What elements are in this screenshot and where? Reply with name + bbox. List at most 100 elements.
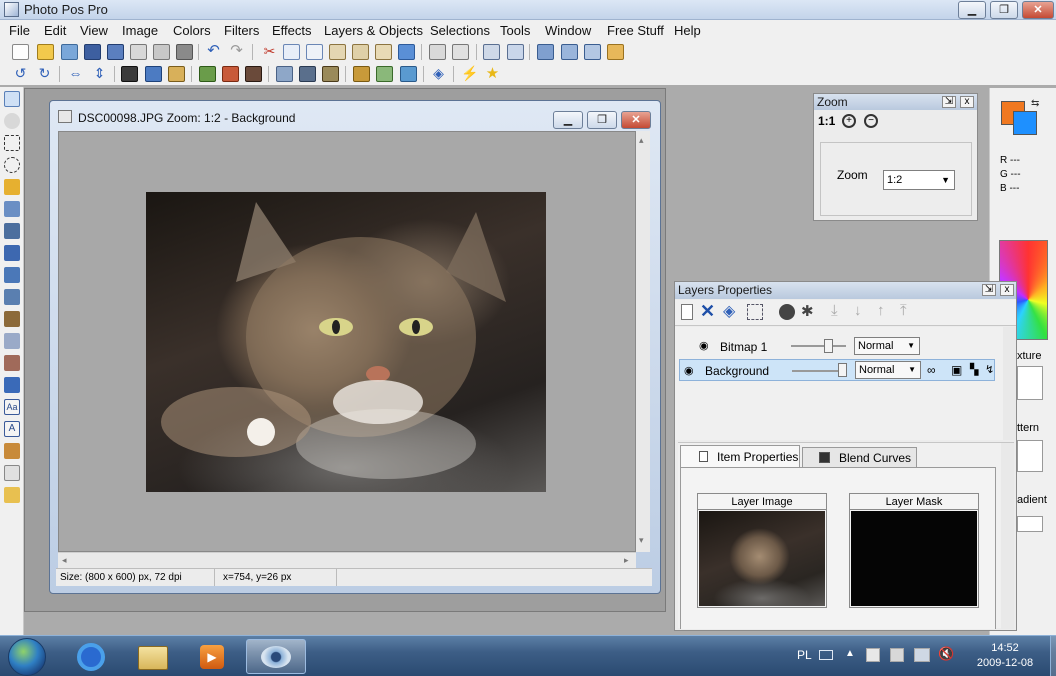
- rotate-right-icon[interactable]: ↻: [36, 66, 53, 82]
- effects-brush-icon[interactable]: [4, 487, 20, 503]
- layer-row-background[interactable]: ◉ Background Normal ▼ ∞ ▣ ▚ ↯: [679, 359, 995, 381]
- show-hidden-icons-icon[interactable]: ▲: [845, 648, 855, 659]
- paste-object-icon[interactable]: [398, 44, 415, 60]
- save-all-icon[interactable]: [107, 44, 124, 60]
- doc-close-button[interactable]: ✕: [621, 111, 651, 129]
- menu-image[interactable]: Image: [122, 23, 158, 38]
- tab-blend-curves[interactable]: Blend Curves: [802, 447, 917, 467]
- zoom-in-icon[interactable]: +: [842, 114, 856, 128]
- scroll-down-icon[interactable]: ▾: [639, 535, 644, 546]
- horizontal-scrollbar[interactable]: ◂ ▸: [58, 552, 636, 568]
- star-icon[interactable]: ★: [484, 66, 501, 82]
- window-icon[interactable]: [561, 44, 578, 60]
- doc-minimize-button[interactable]: ▁: [553, 111, 583, 129]
- minimize-button[interactable]: ▁: [958, 1, 986, 19]
- stamp-icon[interactable]: [4, 311, 20, 327]
- layer-selection-icon[interactable]: [747, 304, 763, 320]
- glasses-icon[interactable]: ∞: [927, 363, 936, 377]
- zoom-dropdown[interactable]: 1:2 ▼: [883, 170, 955, 190]
- layers-pin-icon[interactable]: ⇲: [982, 284, 996, 296]
- magic-wand-icon[interactable]: [4, 179, 20, 195]
- paste-icon[interactable]: [329, 44, 346, 60]
- volume-muted-icon[interactable]: 🔇: [938, 646, 954, 662]
- pattern-swatch[interactable]: [1017, 440, 1043, 472]
- resize-icon[interactable]: [121, 66, 138, 82]
- move-layer-up-icon[interactable]: ↑: [877, 302, 885, 319]
- menu-filters[interactable]: Filters: [224, 23, 259, 38]
- media-player-icon[interactable]: ▶: [184, 639, 240, 674]
- clock[interactable]: 14:52 2009-12-08: [960, 641, 1050, 671]
- start-button[interactable]: [8, 638, 46, 676]
- action-center-icon[interactable]: [866, 648, 880, 662]
- move-layer-bottom-icon[interactable]: ⤓: [831, 302, 838, 319]
- menu-edit[interactable]: Edit: [44, 23, 66, 38]
- background-color-swatch[interactable]: [1013, 111, 1037, 135]
- crop-icon[interactable]: [168, 66, 185, 82]
- flip-horizontal-icon[interactable]: ⇔: [67, 66, 84, 82]
- copy-merged-icon[interactable]: [306, 44, 323, 60]
- menu-free-stuff[interactable]: Free Stuff: [607, 23, 664, 38]
- lock-icon[interactable]: ▣: [951, 363, 962, 377]
- smudge-icon[interactable]: [4, 355, 20, 371]
- rect-select-icon[interactable]: [4, 135, 20, 151]
- device-icon[interactable]: [890, 648, 904, 662]
- delete-layer-icon[interactable]: ✕: [700, 301, 715, 322]
- pencil-icon[interactable]: [4, 223, 20, 239]
- move-tool-icon[interactable]: [4, 91, 20, 107]
- network-icon[interactable]: [914, 648, 930, 662]
- airbrush-icon[interactable]: [4, 267, 20, 283]
- layer-link-icon[interactable]: ↯: [985, 363, 994, 376]
- opacity-slider[interactable]: [791, 345, 846, 347]
- undo-icon[interactable]: ↶: [205, 43, 222, 60]
- blend-mode-dropdown[interactable]: Normal ▼: [855, 361, 921, 379]
- frame-icon[interactable]: [353, 66, 370, 82]
- menu-colors[interactable]: Colors: [173, 23, 211, 38]
- eye-icon[interactable]: ◉: [699, 339, 709, 352]
- rotate-left-icon[interactable]: ↺: [12, 66, 29, 82]
- zoom-close-icon[interactable]: x: [960, 96, 974, 108]
- maximize-button[interactable]: ❐: [990, 1, 1018, 19]
- eyedropper-icon[interactable]: [4, 443, 20, 459]
- blur-icon[interactable]: [4, 333, 20, 349]
- crop-tool-icon[interactable]: [4, 201, 20, 217]
- internet-explorer-icon[interactable]: [64, 639, 120, 674]
- scroll-up-icon[interactable]: ▴: [639, 135, 644, 146]
- scan-icon[interactable]: [176, 44, 193, 60]
- save-icon[interactable]: [84, 44, 101, 60]
- language-indicator[interactable]: PL: [797, 648, 812, 662]
- menu-window[interactable]: Window: [545, 23, 591, 38]
- histogram-icon[interactable]: [322, 66, 339, 82]
- grid-icon[interactable]: [537, 44, 554, 60]
- zoom-out-icon[interactable]: −: [864, 114, 878, 128]
- blend-mode-dropdown[interactable]: Normal ▼: [854, 337, 920, 355]
- paste-layer-icon[interactable]: [375, 44, 392, 60]
- menu-help[interactable]: Help: [674, 23, 701, 38]
- lasso-select-icon[interactable]: [4, 157, 20, 173]
- lightning-icon[interactable]: ⚡: [461, 66, 478, 82]
- shape-tool-icon[interactable]: A: [4, 421, 20, 437]
- keyboard-icon[interactable]: [819, 650, 833, 660]
- cascade-icon[interactable]: [584, 44, 601, 60]
- browse-icon[interactable]: [61, 44, 78, 60]
- doc-maximize-button[interactable]: ❐: [587, 111, 617, 129]
- picture-icon[interactable]: [400, 66, 417, 82]
- menu-effects[interactable]: Effects: [272, 23, 312, 38]
- layer-row-bitmap1[interactable]: ◉ Bitmap 1 Normal ▼: [679, 335, 995, 357]
- menu-selections[interactable]: Selections: [430, 23, 490, 38]
- zoom-one-to-one-button[interactable]: 1:1: [818, 114, 835, 128]
- close-button[interactable]: ✕: [1022, 1, 1054, 19]
- texture-swatch[interactable]: [1017, 366, 1043, 400]
- tools-toggle-icon[interactable]: [483, 44, 500, 60]
- canvas-size-icon[interactable]: [145, 66, 162, 82]
- red-eye-icon[interactable]: [245, 66, 262, 82]
- gradient-swatch[interactable]: [1017, 516, 1043, 532]
- opacity-slider-thumb[interactable]: [824, 339, 833, 353]
- menu-layers-objects[interactable]: Layers & Objects: [324, 23, 423, 38]
- properties-scrollbar[interactable]: [1001, 443, 1014, 629]
- text-tool-icon[interactable]: Aa: [4, 399, 20, 415]
- zoom-tool-icon[interactable]: [4, 113, 20, 129]
- eye-icon[interactable]: ◉: [684, 364, 694, 377]
- scroll-right-icon[interactable]: ▸: [624, 555, 629, 566]
- brush-icon[interactable]: [4, 245, 20, 261]
- layer-object-icon[interactable]: ◈: [723, 301, 735, 321]
